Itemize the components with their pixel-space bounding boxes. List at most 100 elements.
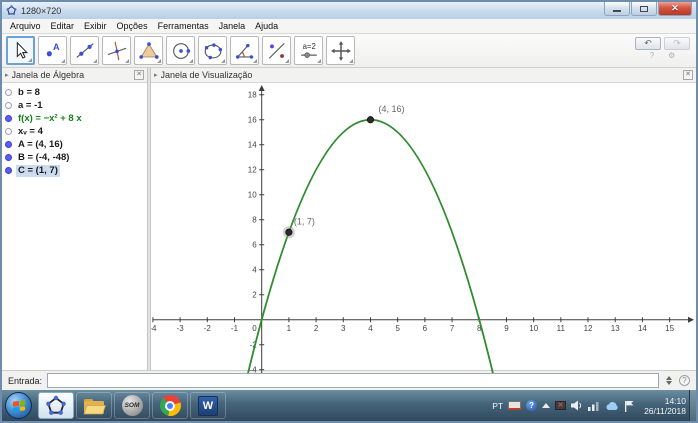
menu-arquivo[interactable]: Arquivo bbox=[5, 20, 46, 32]
menu-ferramentas[interactable]: Ferramentas bbox=[153, 20, 214, 32]
algebra-item[interactable]: f(x) = −x² + 8 x bbox=[2, 112, 147, 125]
clock-date: 26/11/2018 bbox=[644, 406, 686, 416]
tool-slider[interactable]: a=2 bbox=[294, 36, 323, 65]
collapse-arrow-icon[interactable]: ▸ bbox=[154, 71, 158, 79]
gear-icon[interactable]: ⚙ bbox=[668, 52, 675, 60]
action-center-flag-icon[interactable] bbox=[624, 400, 635, 412]
start-button[interactable] bbox=[5, 392, 32, 419]
algebra-view-panel: ▸ Janela de Álgebra ✕ b = 8a = -1f(x) = … bbox=[2, 68, 148, 370]
taskbar-explorer[interactable] bbox=[76, 392, 112, 419]
word-icon: W bbox=[198, 396, 218, 416]
show-hidden-icons-chevron[interactable] bbox=[542, 403, 550, 408]
svg-text:a=2: a=2 bbox=[302, 42, 315, 51]
language-indicator[interactable]: PT bbox=[492, 401, 503, 411]
algebra-item-text: f(x) = −x² + 8 x bbox=[16, 113, 84, 125]
geogebra-app-icon bbox=[6, 5, 17, 16]
taskbar-geogebra[interactable] bbox=[38, 392, 74, 419]
command-input[interactable] bbox=[47, 373, 659, 388]
system-tray: PT ? ✕ 14:10 26/11/2018 bbox=[492, 390, 686, 421]
taskbar-chrome[interactable] bbox=[152, 392, 188, 419]
x-tick-label: 6 bbox=[423, 324, 428, 333]
tool-angle[interactable] bbox=[230, 36, 259, 65]
point-label: (1, 7) bbox=[294, 216, 315, 226]
tool-line[interactable] bbox=[70, 36, 99, 65]
x-tick-label: -4 bbox=[151, 324, 157, 333]
tool-reflect-about-line[interactable] bbox=[262, 36, 291, 65]
network-signal-icon[interactable] bbox=[588, 401, 600, 411]
graph-svg[interactable]: -4-3-2-1123456789101112131415-4-22468101… bbox=[151, 83, 696, 373]
menu-opcoes[interactable]: Opções bbox=[112, 20, 153, 32]
undo-button[interactable]: ↶ bbox=[635, 37, 661, 50]
tool-conic-five-points[interactable] bbox=[198, 36, 227, 65]
slider-icon: a=2 bbox=[298, 40, 320, 62]
close-button[interactable]: ✕ bbox=[658, 2, 692, 16]
input-help-icon[interactable]: ? bbox=[679, 375, 690, 386]
angle-icon bbox=[234, 40, 256, 62]
display-error-icon[interactable]: ✕ bbox=[555, 401, 566, 410]
svg-text:A: A bbox=[53, 42, 60, 52]
visibility-toggle-icon[interactable] bbox=[5, 89, 12, 96]
title-bar[interactable]: 1280×720 ✕ bbox=[2, 2, 696, 19]
visibility-toggle-icon[interactable] bbox=[5, 115, 12, 122]
graphics-panel-header[interactable]: ▸ Janela de Visualização ✕ bbox=[151, 68, 696, 83]
move-view-icon bbox=[330, 40, 352, 62]
tool-circle-center-point[interactable] bbox=[166, 36, 195, 65]
taskbar-word[interactable]: W bbox=[190, 392, 226, 419]
show-desktop-button[interactable] bbox=[689, 390, 696, 421]
main-area: ▸ Janela de Álgebra ✕ b = 8a = -1f(x) = … bbox=[2, 68, 696, 370]
volume-icon[interactable] bbox=[571, 400, 583, 411]
close-panel-icon[interactable]: ✕ bbox=[134, 70, 144, 80]
redo-arrow-icon: ↷ bbox=[673, 38, 681, 48]
x-tick-label: 4 bbox=[368, 324, 373, 333]
algebra-item[interactable]: B = (-4, -48) bbox=[2, 151, 147, 164]
algebra-item-text: C = (1, 7) bbox=[16, 165, 60, 177]
algebra-item-text: b = 8 bbox=[16, 87, 42, 99]
taskbar-som[interactable]: SOM bbox=[114, 392, 150, 419]
conic-icon bbox=[202, 40, 224, 62]
menu-editar[interactable]: Editar bbox=[46, 20, 80, 32]
visibility-toggle-icon[interactable] bbox=[5, 102, 12, 109]
keyboard-icon[interactable] bbox=[508, 401, 521, 410]
windows-logo-icon bbox=[13, 400, 25, 411]
x-tick-label: 3 bbox=[341, 324, 346, 333]
help-tray-icon[interactable]: ? bbox=[526, 400, 537, 411]
menu-exibir[interactable]: Exibir bbox=[79, 20, 112, 32]
graphics-canvas[interactable]: -4-3-2-1123456789101112131415-4-22468101… bbox=[151, 83, 696, 373]
algebra-item[interactable]: C = (1, 7) bbox=[2, 164, 147, 177]
y-tick-label: 2 bbox=[252, 291, 257, 300]
visibility-toggle-icon[interactable] bbox=[5, 154, 12, 161]
input-history-icon[interactable] bbox=[664, 376, 674, 385]
tool-polygon[interactable] bbox=[134, 36, 163, 65]
close-panel-icon[interactable]: ✕ bbox=[683, 70, 693, 80]
algebra-item[interactable]: A = (4, 16) bbox=[2, 138, 147, 151]
som-icon: SOM bbox=[122, 395, 143, 416]
visibility-toggle-icon[interactable] bbox=[5, 141, 12, 148]
algebra-item[interactable]: a = -1 bbox=[2, 99, 147, 112]
visibility-toggle-icon[interactable] bbox=[5, 167, 12, 174]
menu-janela[interactable]: Janela bbox=[214, 20, 251, 32]
maximize-button[interactable] bbox=[631, 2, 657, 16]
onedrive-cloud-icon[interactable] bbox=[605, 401, 619, 411]
undo-arrow-icon: ↶ bbox=[644, 38, 652, 48]
circle-icon bbox=[170, 40, 192, 62]
menu-ajuda[interactable]: Ajuda bbox=[250, 20, 283, 32]
collapse-arrow-icon[interactable]: ▸ bbox=[5, 71, 9, 79]
remote-desktop-window: 1280×720 ✕ ArquivoEditarExibirOpçõesFerr… bbox=[0, 0, 698, 423]
algebra-panel-title: Janela de Álgebra bbox=[12, 70, 134, 80]
redo-button[interactable]: ↷ bbox=[664, 37, 690, 50]
minimize-button[interactable] bbox=[604, 2, 630, 16]
x-tick-label: 15 bbox=[665, 324, 674, 333]
tool-move[interactable] bbox=[6, 36, 35, 65]
tool-perpendicular-line[interactable] bbox=[102, 36, 131, 65]
taskbar-clock[interactable]: 14:10 26/11/2018 bbox=[644, 396, 686, 416]
y-tick-label: 10 bbox=[248, 191, 257, 200]
graphics-panel-title: Janela de Visualização bbox=[161, 70, 683, 80]
visibility-toggle-icon[interactable] bbox=[5, 128, 12, 135]
algebra-item[interactable]: xᵥ = 4 bbox=[2, 125, 147, 138]
algebra-item[interactable]: b = 8 bbox=[2, 86, 147, 99]
tool-move-graphics-view[interactable] bbox=[326, 36, 355, 65]
algebra-panel-header[interactable]: ▸ Janela de Álgebra ✕ bbox=[2, 68, 147, 83]
x-tick-label: 10 bbox=[529, 324, 538, 333]
tool-point[interactable]: A bbox=[38, 36, 67, 65]
help-icon[interactable]: ? bbox=[650, 52, 654, 60]
